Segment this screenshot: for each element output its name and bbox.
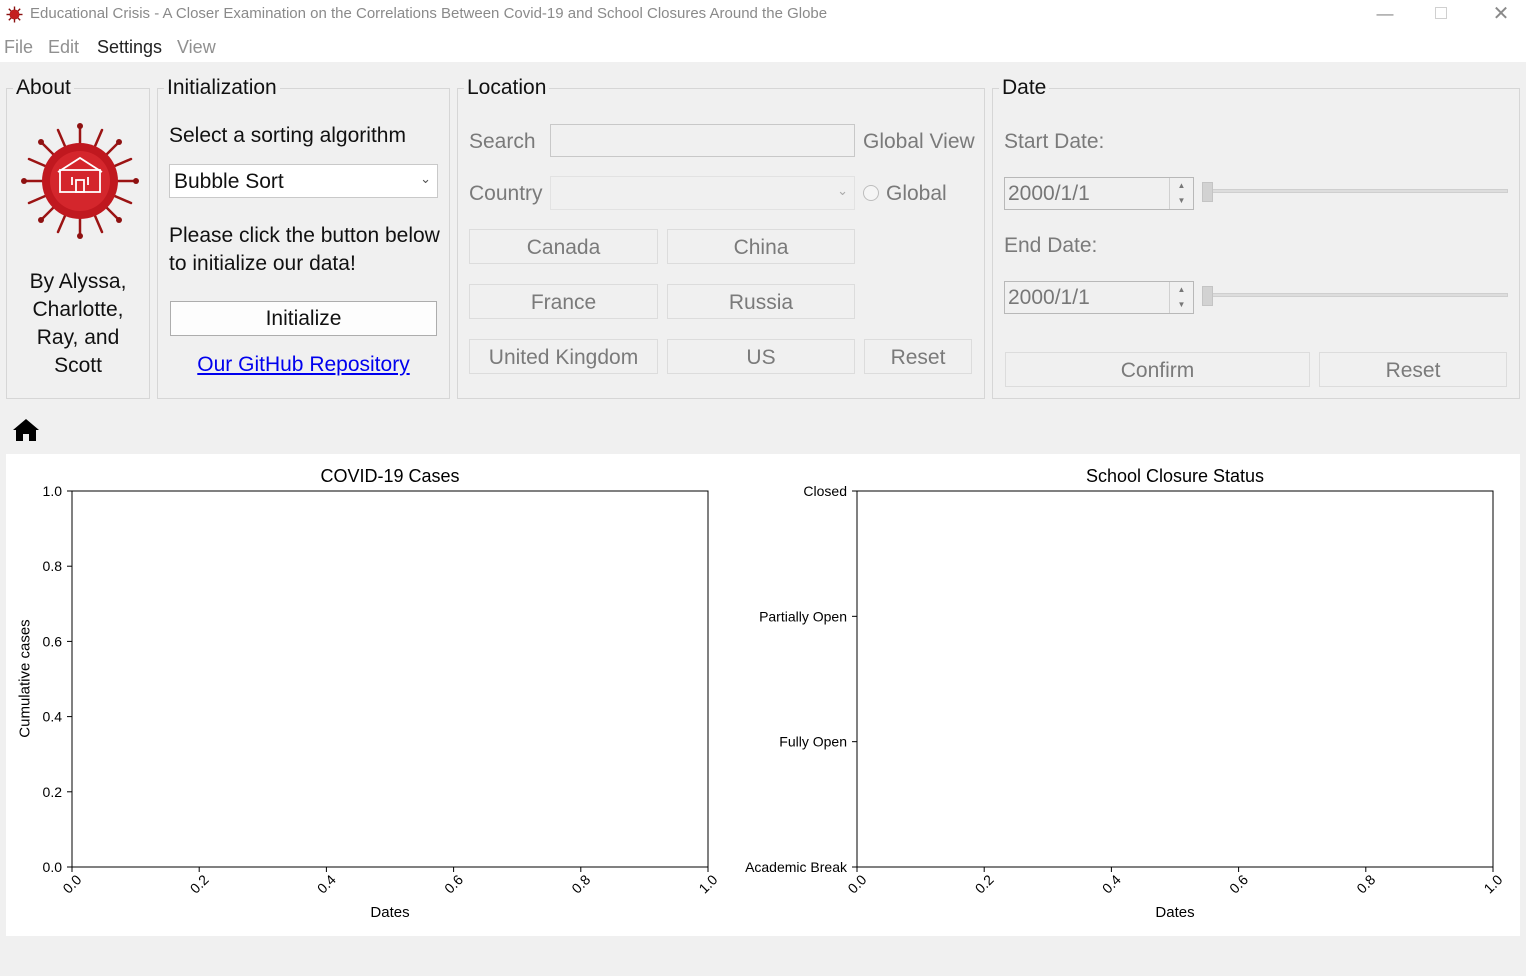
chart2-ytick-label: Partially Open: [759, 608, 847, 624]
chart2-ytick-label: Closed: [803, 483, 847, 499]
chart1-xtick-label: 0.4: [314, 871, 339, 896]
chart1-ytick-label: 0.6: [43, 633, 63, 649]
chart2-ytick-label: Fully Open: [779, 734, 847, 750]
chart1-xtick-label: 0.0: [59, 871, 84, 896]
chart1-ytick-label: 0.0: [43, 859, 63, 875]
chart1-xtick-label: 0.8: [568, 871, 593, 896]
chart1-frame: [71, 490, 709, 868]
chart1-ytick-label: 0.4: [43, 709, 63, 725]
charts-svg: 0.0 0.2 0.4 0.6 0.8 1.0 0.0 0.2 0.4 0.6 0.8 1.0 0.0 0…: [43, 483, 1506, 897]
chart1-xtick-label: 1.0: [695, 871, 720, 896]
chart2-xtick-label: 0.6: [1226, 871, 1251, 896]
chart1-xtick-label: 0.6: [441, 871, 466, 896]
chart2-ytick-label: Academic Break: [745, 859, 848, 875]
chart2-xtick-label: 0.0: [844, 871, 869, 896]
chart1-xtick-label: 0.2: [187, 871, 212, 896]
chart1-ytick-label: 0.2: [43, 784, 63, 800]
chart1-ytick-label: 1.0: [43, 483, 63, 499]
chart1-ytick-label: 0.8: [43, 558, 63, 574]
chart2-xtick-label: 0.4: [1099, 871, 1124, 896]
chart2-xtick-label: 0.8: [1353, 871, 1378, 896]
chart2-xtick-label: 1.0: [1480, 871, 1505, 896]
chart2-xtick-label: 0.2: [972, 871, 997, 896]
chart2-frame: [856, 490, 1494, 868]
